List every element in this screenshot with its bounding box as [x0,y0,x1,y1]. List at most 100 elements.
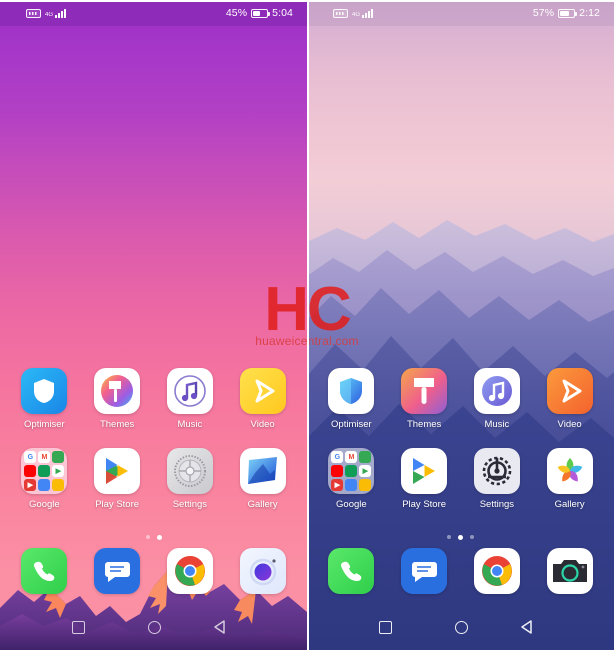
google-folder-icon: GM ▶ ▶ [21,448,68,494]
app-gallery-left[interactable]: Gallery [232,448,294,510]
app-video-right[interactable]: Video [539,368,601,430]
app-row-2-right: GM ▶ ▶ Google Play Store Settings Galler… [307,448,614,510]
app-themes-left[interactable]: Themes [86,368,148,430]
dock-left [0,548,307,594]
chrome-icon[interactable] [166,548,213,594]
app-label: Themes [406,419,442,430]
chrome-icon[interactable] [473,548,520,594]
status-bar-right-group: 57% 2:12 [533,7,604,19]
app-optimiser-right[interactable]: Optimiser [320,368,382,430]
themes-icon [94,368,141,414]
back-triangle-icon[interactable] [214,620,235,634]
app-settings-left[interactable]: Settings [159,448,221,510]
screen-divider [307,0,309,650]
app-music-left[interactable]: Music [159,368,221,430]
app-play-store-left[interactable]: Play Store [86,448,148,510]
signal-group-right: 4G [352,8,374,18]
signal-bars-icon [55,8,67,18]
back-triangle-icon[interactable] [521,620,542,634]
page-dot-active[interactable] [458,535,463,540]
status-bar-clock: 2:12 [579,7,600,19]
app-optimiser-left[interactable]: Optimiser [13,368,75,430]
google-folder-icon: GM ▶ ▶ [328,448,375,494]
page-dot[interactable] [145,535,150,539]
gallery-icon [239,448,286,494]
app-label: Music [484,419,510,430]
app-music-right[interactable]: Music [466,368,528,430]
navigation-bar-right [307,604,614,650]
settings-icon [473,448,520,494]
status-bar-left-group: 4G [317,8,374,18]
optimiser-icon [21,368,68,414]
app-themes-right[interactable]: Themes [393,368,455,430]
messages-icon[interactable] [401,548,448,594]
app-label: Music [177,419,203,430]
video-icon [546,368,593,414]
home-circle-icon[interactable] [454,620,468,634]
music-icon [473,368,520,414]
signal-group-left: 4G [45,8,67,18]
app-grid-left: Optimiser Themes Music Video G M ▶ ▶ Goo… [0,368,307,510]
battery-icon [251,8,271,18]
settings-icon [166,448,213,494]
battery-percent-label: 57% [532,7,555,19]
themes-icon [401,368,448,414]
status-bar-left: 4G 45% 5:04 [0,0,307,26]
app-label: Settings [479,499,515,510]
app-label: Themes [99,419,135,430]
app-label: Optimiser [331,419,372,430]
sim-card-icon [26,8,41,18]
app-label: Settings [172,499,208,510]
app-google-folder-right[interactable]: GM ▶ ▶ Google [320,448,382,510]
messages-icon[interactable] [94,548,141,594]
app-label: Video [557,419,582,430]
app-row-1-right: Optimiser Themes Music Video [307,368,614,430]
camera-icon[interactable] [239,548,286,594]
page-dot[interactable] [447,535,451,539]
phone-screen-left: 4G 45% 5:04 Optimiser Themes Music Video… [0,0,307,650]
signal-bars-icon [362,8,374,18]
home-circle-icon[interactable] [147,620,161,634]
phone-icon[interactable] [328,548,375,594]
network-type-label: 4G [352,12,361,18]
sim-card-icon [333,8,348,18]
app-label: Video [250,419,275,430]
battery-percent-label: 45% [225,7,248,19]
optimiser-icon [328,368,375,414]
page-dot[interactable] [470,535,474,539]
app-label: Gallery [247,499,278,510]
app-play-store-right[interactable]: Play Store [393,448,455,510]
status-bar-left-group: 4G [10,8,67,18]
app-label: Play Store [95,499,140,510]
app-label: Google [29,499,60,510]
app-label: Optimiser [24,419,65,430]
app-gallery-right[interactable]: Gallery [539,448,601,510]
app-google-folder-left[interactable]: GM ▶ ▶ Google [13,448,75,510]
status-bar-right: 4G 57% 2:12 [307,0,614,26]
dock-right [307,548,614,594]
network-type-label: 4G [45,12,54,18]
app-label: Play Store [402,499,447,510]
app-settings-right[interactable]: Settings [466,448,528,510]
recents-square-icon[interactable] [71,620,85,634]
camera-icon[interactable] [546,548,593,594]
gallery-icon [546,448,593,494]
page-indicator-left[interactable] [0,535,307,540]
phone-icon[interactable] [21,548,68,594]
status-bar-clock: 5:04 [272,7,293,19]
page-dot-active[interactable] [156,535,162,540]
battery-icon [558,8,578,18]
recents-square-icon[interactable] [378,620,392,634]
app-video-left[interactable]: Video [232,368,294,430]
video-icon [239,368,286,414]
music-icon [166,368,213,414]
app-grid-right: Optimiser Themes Music Video G M ▶ ▶ Goo… [307,368,614,510]
phone-screen-right: 4G 57% 2:12 Optimiser Themes Music Video… [307,0,614,650]
app-label: Gallery [554,499,585,510]
app-row-1-left: Optimiser Themes Music Video [0,368,307,430]
play-store-icon [401,448,448,494]
navigation-bar-left [0,604,307,650]
screenshot-root: 4G 45% 5:04 Optimiser Themes Music Video… [0,0,614,650]
page-indicator-right[interactable] [307,535,614,540]
status-bar-right-group: 45% 5:04 [226,7,297,19]
